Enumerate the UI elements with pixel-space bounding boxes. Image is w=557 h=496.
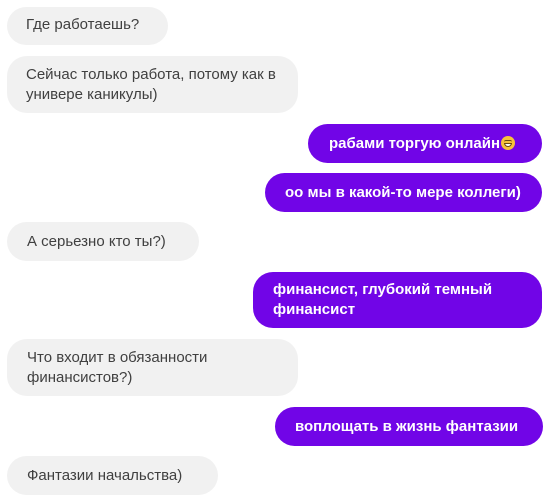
grinning-face-emoji-icon	[501, 136, 516, 150]
message-text: воплощать в жизнь фантазии	[295, 418, 519, 435]
message-text: Сейчас только работа, потому как в униве…	[26, 66, 276, 103]
message-text: рабами торгую онлайн	[329, 135, 501, 152]
incoming-message: Что входит в обязанности финансистов?)	[7, 339, 298, 396]
outgoing-message: рабами торгую онлайн	[308, 124, 542, 163]
message-text: Где работаешь?	[26, 16, 140, 33]
message-text: А серьезно кто ты?)	[27, 233, 166, 250]
outgoing-message: воплощать в жизнь фантазии	[275, 407, 543, 446]
chat-thread: Где работаешь? Сейчас только работа, пот…	[0, 0, 557, 496]
message-text: Фантазии начальства)	[27, 467, 183, 484]
incoming-message: Фантазии начальства)	[7, 456, 218, 495]
outgoing-message: оо мы в какой-то мере коллеги)	[265, 173, 542, 212]
message-text: Что входит в обязанности финансистов?)	[27, 349, 208, 386]
incoming-message: А серьезно кто ты?)	[7, 222, 199, 261]
message-text: финансист, глубокий темный финансист	[273, 281, 493, 318]
incoming-message: Где работаешь?	[7, 7, 168, 45]
incoming-message: Сейчас только работа, потому как в униве…	[7, 56, 298, 113]
message-text: оо мы в какой-то мере коллеги)	[285, 184, 521, 201]
outgoing-message: финансист, глубокий темный финансист	[253, 272, 542, 328]
